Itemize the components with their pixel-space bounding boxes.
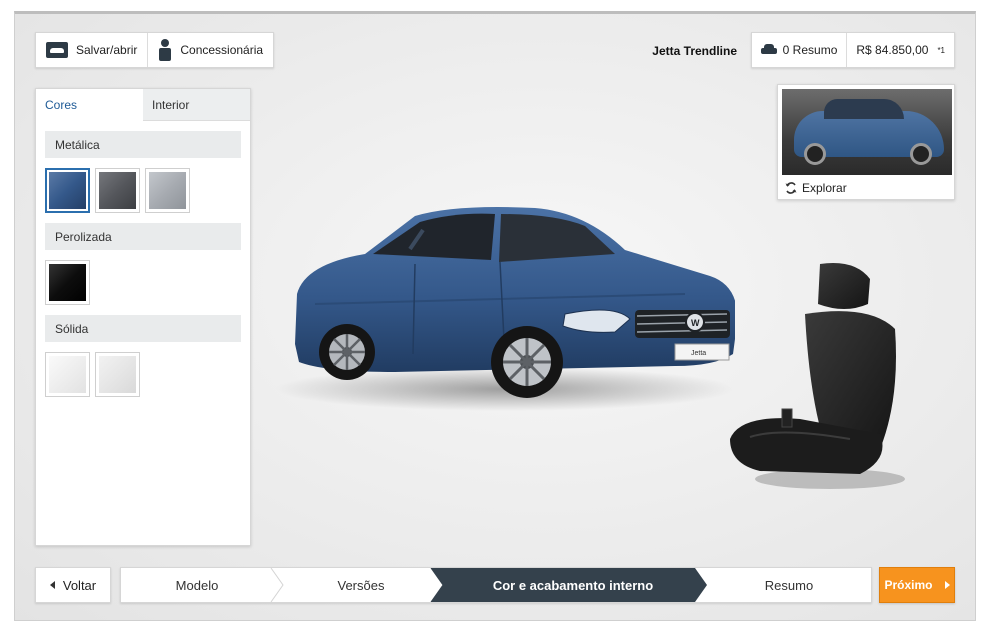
car-image: W Jetta (275, 207, 735, 411)
car-box-icon (46, 42, 68, 58)
back-label: Voltar (62, 577, 97, 593)
next-button[interactable]: Próximo (879, 567, 955, 603)
tab-interior[interactable]: Interior (143, 89, 250, 121)
price-value: R$ 84.850,00 (856, 43, 929, 57)
save-open-button[interactable]: Salvar/abrir (36, 33, 147, 67)
swatch-solid-light[interactable] (95, 352, 140, 397)
configurator-frame: Salvar/abrir Concessionária Jetta Trendl… (14, 11, 976, 621)
step-versions[interactable]: Versões (281, 568, 441, 602)
front-wheel (491, 326, 563, 398)
tab-colors[interactable]: Cores (36, 89, 143, 121)
dealer-button[interactable]: Concessionária (147, 33, 273, 67)
explore-thumbnail[interactable]: Explorar (777, 84, 955, 200)
save-open-label: Salvar/abrir (76, 43, 138, 57)
section-solid: Sólida (45, 315, 241, 342)
back-button[interactable]: Voltar (35, 567, 111, 603)
step-model[interactable]: Modelo (121, 568, 273, 602)
plate-text: Jetta (691, 350, 706, 357)
model-name: Jetta Trendline (652, 44, 737, 58)
explore-label: Explorar (802, 181, 847, 195)
section-metallic: Metálica (45, 131, 241, 158)
svg-text:W: W (691, 318, 700, 328)
triangle-right-icon (944, 581, 950, 589)
options-panel: Cores Interior Metálica Perolizada Sólid… (35, 88, 251, 546)
section-pearl: Perolizada (45, 223, 241, 250)
rear-wheel (319, 324, 375, 380)
explore-link[interactable]: Explorar (782, 181, 950, 195)
dealer-label: Concessionária (180, 43, 264, 57)
person-info-icon (158, 39, 172, 61)
rear-view-image (782, 89, 952, 175)
summary-box: 0 Resumo R$ 84.850,00 *1 (750, 32, 955, 68)
seat-image (730, 263, 905, 489)
car-icon (760, 44, 777, 56)
metallic-swatches (45, 168, 250, 213)
swatch-metallic-blue[interactable] (45, 168, 90, 213)
swatch-solid-white[interactable] (45, 352, 90, 397)
swatch-metallic-gray[interactable] (95, 168, 140, 213)
step-summary[interactable]: Resumo (709, 568, 869, 602)
pearl-swatches (45, 260, 250, 305)
panel-tabs: Cores Interior (36, 89, 250, 121)
step-navigation: Modelo Versões Cor e acabamento interno … (120, 567, 872, 603)
top-actions: Salvar/abrir Concessionária (35, 32, 275, 68)
summary-label: 0 Resumo (782, 43, 838, 57)
rotate-icon (785, 182, 797, 194)
summary-button[interactable]: 0 Resumo (752, 33, 847, 67)
swatch-metallic-silver[interactable] (145, 168, 190, 213)
swatch-pearl-black[interactable] (45, 260, 90, 305)
solid-swatches (45, 352, 250, 397)
next-label: Próximo (884, 578, 933, 592)
price-display[interactable]: R$ 84.850,00 *1 (846, 33, 954, 67)
price-footnote: *1 (937, 45, 945, 55)
triangle-left-icon (49, 581, 55, 589)
step-color-interior[interactable]: Cor e acabamento interno (443, 568, 703, 602)
